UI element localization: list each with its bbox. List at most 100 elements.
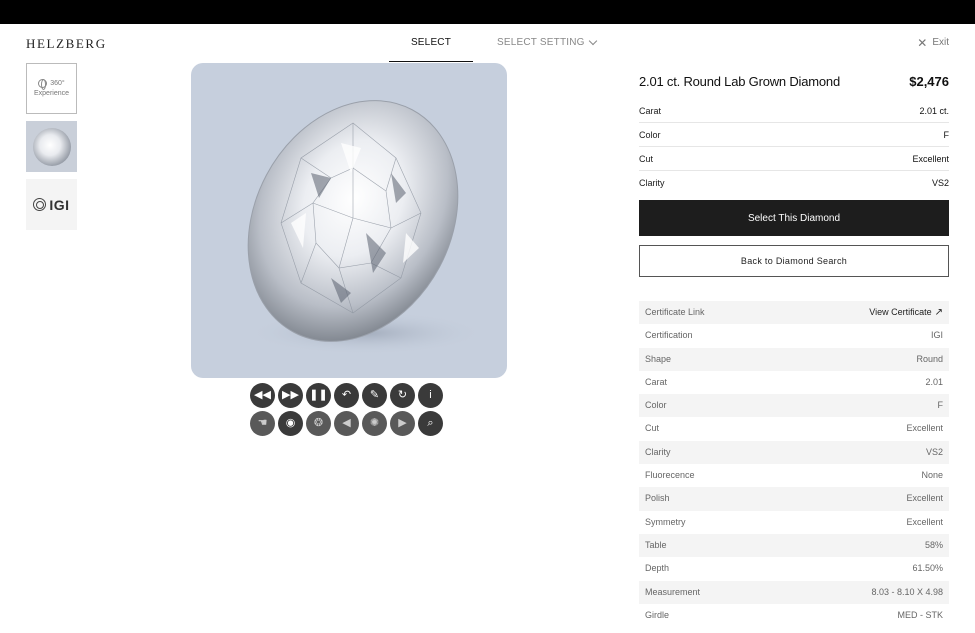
detail-label: Girdle: [645, 609, 670, 620]
detail-label: Fluorecence: [645, 470, 695, 481]
exit-button[interactable]: ✕ Exit: [917, 35, 949, 50]
detail-label: Shape: [645, 353, 672, 364]
globe-360-icon: [38, 79, 48, 90]
view-certificate-label: View Certificate: [869, 307, 932, 317]
detail-value: 2.01: [925, 376, 943, 387]
spec-label: Carat: [639, 106, 662, 116]
thumbnail-360-degree-label: 360°: [50, 79, 65, 87]
chevron-down-icon: [588, 36, 597, 46]
tab-select-setting[interactable]: SELECT SETTING: [497, 24, 597, 62]
detail-row: Polish Excellent: [639, 487, 949, 511]
detail-row: Carat 2.01: [639, 371, 949, 394]
header: HELZBERG SELECT DIAMOND SELECT SETTING ✕…: [0, 24, 975, 86]
diamond-thumbnail-image: [32, 127, 71, 166]
detail-label: Clarity: [645, 446, 671, 457]
detail-value: F: [937, 400, 944, 411]
detail-row: Depth 61.50%: [639, 557, 949, 580]
select-this-diamond-button[interactable]: Select This Diamond: [639, 200, 949, 236]
detail-value: 58%: [924, 539, 943, 550]
reload-icon[interactable]: ↻: [390, 383, 415, 408]
detail-row: Symmetry Excellent: [639, 511, 949, 534]
spec-value: Excellent: [912, 154, 949, 164]
tab-select-setting-label: SELECT SETTING: [497, 37, 585, 48]
detail-value: MED - STK: [897, 609, 943, 620]
product-price: $2,476: [909, 73, 949, 89]
viewer-controls-row-1: ◀◀ ▶▶ ❚❚ ↶ ✎ ↻ i: [250, 383, 446, 408]
detail-value: 61.50%: [912, 563, 943, 574]
detail-row: Clarity VS2: [639, 440, 949, 465]
media-thumbnails: 360° Experience IGI: [26, 63, 77, 237]
spec-list: Carat 2.01 ct. Color F Cut Excellent Cla…: [639, 99, 949, 195]
info-icon[interactable]: i: [418, 383, 443, 408]
thumbnail-360-line1: 360°: [38, 79, 65, 90]
spec-value: F: [943, 130, 950, 140]
facet-icon[interactable]: ❂: [306, 411, 331, 436]
thumbnail-igi-certificate[interactable]: IGI: [26, 179, 77, 230]
detail-row: Color F: [639, 394, 949, 418]
detail-label: Polish: [645, 493, 670, 504]
exit-label: Exit: [932, 37, 949, 48]
title-row: 2.01 ct. Round Lab Grown Diamond $2,476: [639, 63, 949, 99]
diamond-top-icon[interactable]: ✺: [362, 411, 387, 436]
arrow-right-icon[interactable]: ▶: [390, 411, 415, 436]
external-link-icon: ↗: [934, 307, 943, 318]
arrow-left-icon[interactable]: ◀: [334, 411, 359, 436]
close-icon: ✕: [917, 35, 928, 50]
detail-value: 8.03 - 8.10 X 4.98: [871, 586, 943, 597]
back-icon[interactable]: ↶: [334, 383, 359, 408]
eye-icon[interactable]: ◉: [278, 411, 303, 436]
zoom-icon[interactable]: ⌕: [418, 411, 443, 436]
detail-row: Fluorecence None: [639, 464, 949, 487]
rewind-icon[interactable]: ◀◀: [250, 383, 275, 408]
detail-label: Carat: [645, 376, 668, 387]
detail-row: Girdle MED - STK: [639, 604, 949, 627]
brush-icon[interactable]: ✎: [362, 383, 387, 408]
detail-value: IGI: [930, 330, 943, 341]
thumbnail-360-experience-label: Experience: [33, 89, 70, 97]
detail-row: Measurement 8.03 - 8.10 X 4.98: [639, 580, 949, 604]
detail-label: Depth: [645, 563, 670, 574]
spec-label: Cut: [639, 154, 654, 164]
detail-value: VS2: [925, 446, 943, 457]
spec-label: Clarity: [639, 178, 665, 188]
spec-row: Cut Excellent: [639, 147, 949, 171]
detail-label: Certification: [645, 330, 693, 341]
product-title: 2.01 ct. Round Lab Grown Diamond: [639, 73, 840, 89]
hand-icon[interactable]: ☚: [250, 411, 275, 436]
detail-label: Color: [645, 400, 667, 411]
diamond-image: [246, 100, 486, 355]
spec-value: VS2: [931, 178, 949, 188]
spec-row: Color F: [639, 123, 949, 147]
detail-label: Cut: [645, 423, 660, 434]
brand-logo[interactable]: HELZBERG: [26, 36, 107, 52]
detail-value: Excellent: [906, 423, 943, 434]
detail-row: Certification IGI: [639, 324, 949, 347]
detail-row: Shape Round: [639, 347, 949, 371]
viewer-controls-row-2: ☚ ◉ ❂ ◀ ✺ ▶ ⌕: [250, 411, 446, 436]
back-to-diamond-search-button[interactable]: Back to Diamond Search: [639, 245, 949, 277]
product-summary: 2.01 ct. Round Lab Grown Diamond $2,476 …: [639, 63, 949, 277]
detail-row-certificate-link: Certificate Link View Certificate ↗: [639, 301, 949, 325]
spec-row: Clarity VS2: [639, 171, 949, 195]
thumbnail-diamond-image[interactable]: [26, 121, 77, 172]
detail-row: Table 58%: [639, 533, 949, 558]
igi-logo-text: IGI: [49, 196, 70, 213]
view-certificate-link[interactable]: View Certificate ↗: [869, 301, 943, 324]
spec-row: Carat 2.01 ct.: [639, 99, 949, 123]
spec-value: 2.01 ct.: [919, 106, 949, 116]
thumbnail-360-experience[interactable]: 360° Experience: [26, 63, 77, 114]
igi-seal-icon: [33, 198, 47, 211]
step-nav: SELECT DIAMOND SELECT SETTING: [389, 24, 597, 86]
detail-row: Cut Excellent: [639, 417, 949, 440]
diamond-360-viewer[interactable]: [191, 63, 507, 378]
diamond-details-table: Certificate Link View Certificate ↗ Cert…: [639, 301, 949, 627]
pause-icon[interactable]: ❚❚: [306, 383, 331, 408]
tab-select-diamond[interactable]: SELECT DIAMOND: [389, 24, 473, 86]
detail-value: None: [921, 470, 943, 481]
fast-forward-icon[interactable]: ▶▶: [278, 383, 303, 408]
spec-label: Color: [639, 130, 661, 140]
detail-label: Certificate Link: [645, 307, 705, 317]
detail-label: Symmetry: [645, 516, 686, 527]
detail-label: Table: [645, 539, 667, 550]
detail-label: Measurement: [645, 586, 701, 597]
